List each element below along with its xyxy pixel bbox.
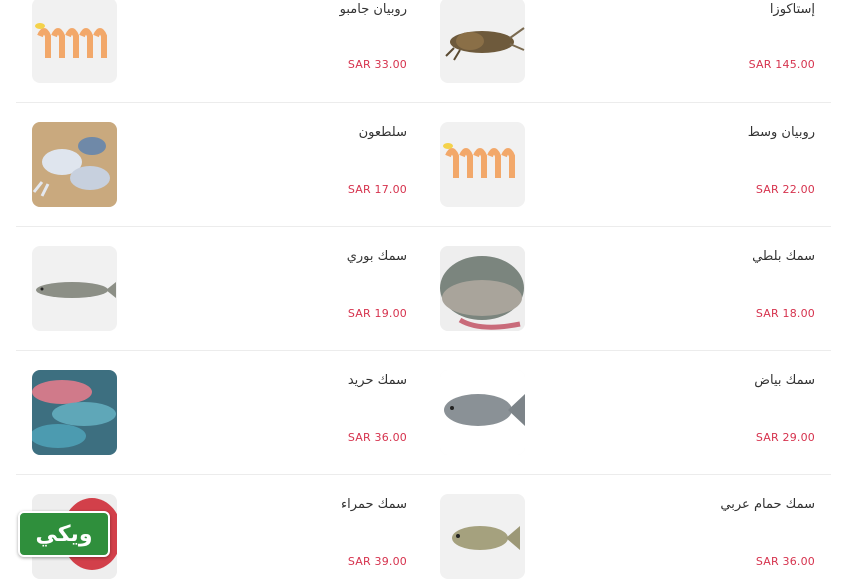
product-price: SAR 39.00 <box>347 555 407 568</box>
product-row: سمك بياض SAR 29.00 سمك حريد SAR 36.00 <box>16 351 831 475</box>
product-card[interactable]: سمك حمام عربي SAR 36.00 <box>424 475 831 579</box>
product-price: SAR 22.00 <box>755 183 815 196</box>
product-card[interactable]: سمك حريد SAR 36.00 <box>16 351 423 474</box>
fish-image[interactable] <box>440 494 525 579</box>
product-card[interactable]: سمك بياض SAR 29.00 <box>424 351 831 474</box>
tilapia-image[interactable] <box>440 246 525 331</box>
shrimp-image[interactable] <box>32 0 117 83</box>
product-name[interactable]: سمك بوري <box>347 249 407 264</box>
product-name[interactable]: روبيان وسط <box>748 125 815 140</box>
product-price: SAR 145.00 <box>748 58 815 71</box>
product-price: SAR 36.00 <box>347 431 407 444</box>
crab-image[interactable] <box>32 122 117 207</box>
product-row: روبيان وسط SAR 22.00 سلطعون SAR 17.00 <box>16 103 831 227</box>
product-grid: إستاكوزا SAR 145.00 روبيان جامبو SAR 33.… <box>16 0 831 579</box>
product-name[interactable]: سمك حمراء <box>341 497 407 512</box>
product-price: SAR 18.00 <box>755 307 815 320</box>
product-name[interactable]: سمك بلطي <box>752 249 815 264</box>
product-name[interactable]: سمك حريد <box>348 373 407 388</box>
mullet-image[interactable] <box>32 246 117 331</box>
product-name[interactable]: سمك حمام عربي <box>720 497 815 512</box>
product-card[interactable]: روبيان وسط SAR 22.00 <box>424 103 831 226</box>
parrotfish-image[interactable] <box>32 370 117 455</box>
product-name[interactable]: سمك بياض <box>754 373 815 388</box>
product-row: سمك بلطي SAR 18.00 سمك بوري SAR 19.00 <box>16 227 831 351</box>
product-price: SAR 17.00 <box>347 183 407 196</box>
product-card[interactable]: سلطعون SAR 17.00 <box>16 103 423 226</box>
product-price: SAR 33.00 <box>347 58 407 71</box>
product-card[interactable]: سمك بوري SAR 19.00 <box>16 227 423 350</box>
product-row: إستاكوزا SAR 145.00 روبيان جامبو SAR 33.… <box>16 0 831 103</box>
product-price: SAR 36.00 <box>755 555 815 568</box>
product-name[interactable]: سلطعون <box>359 125 407 140</box>
product-price: SAR 19.00 <box>347 307 407 320</box>
product-card[interactable]: سمك بلطي SAR 18.00 <box>424 227 831 350</box>
product-card[interactable]: إستاكوزا SAR 145.00 <box>424 0 831 102</box>
product-name[interactable]: روبيان جامبو <box>340 2 407 17</box>
weki-logo-badge[interactable]: ويكي <box>18 511 110 557</box>
lobster-image[interactable] <box>440 0 525 83</box>
product-row: سمك حمام عربي SAR 36.00 سمك حمراء SAR 39… <box>16 475 831 579</box>
product-name[interactable]: إستاكوزا <box>770 2 815 17</box>
product-price: SAR 29.00 <box>755 431 815 444</box>
shrimp-image[interactable] <box>440 122 525 207</box>
fish-image[interactable] <box>440 370 525 455</box>
product-card[interactable]: روبيان جامبو SAR 33.00 <box>16 0 423 102</box>
